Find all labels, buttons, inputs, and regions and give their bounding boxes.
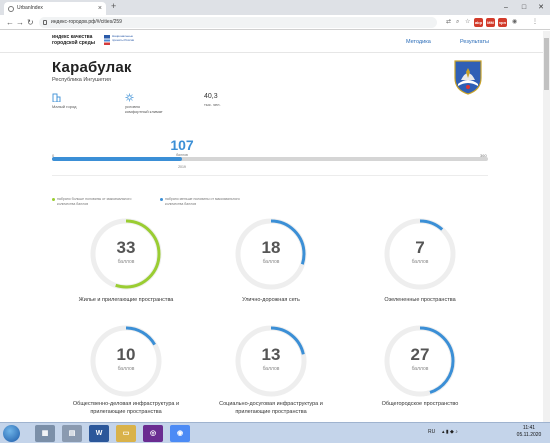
- legend-dot-blue: [160, 198, 163, 201]
- window-close-icon[interactable]: ✕: [532, 0, 550, 15]
- category-label[interactable]: Социально-досуговая инфраструктура и при…: [201, 400, 341, 416]
- city-size-label: Малый город: [52, 104, 77, 109]
- site-header: индекс качества городской среды Национал…: [0, 31, 550, 53]
- category-score: 27: [410, 345, 430, 364]
- city-name: Карабулак: [52, 59, 132, 76]
- extension-icon-2[interactable]: MM: [486, 18, 495, 27]
- legend-text-below-half: набрано меньше половины от максимального…: [165, 197, 240, 206]
- tray-icons[interactable]: ▴ ▮ ◆ ♪: [442, 429, 458, 435]
- category-score: 33: [116, 238, 136, 257]
- category-score-unit: баллов: [117, 259, 135, 265]
- city-coat-of-arms: [454, 60, 482, 95]
- taskbar-chrome-icon[interactable]: ◉: [170, 425, 190, 442]
- close-tab-icon[interactable]: ×: [98, 2, 102, 15]
- browser-toolbar: ← → ↻ индекс-городов.рф/#/cities/259 ⇄ ⌕…: [0, 15, 550, 30]
- menu-icon[interactable]: ⋮: [532, 18, 538, 27]
- start-button[interactable]: [3, 425, 20, 442]
- translate-icon[interactable]: ⇄: [446, 18, 451, 27]
- account-icon[interactable]: ◉: [512, 18, 517, 27]
- clock-date: 05.11.2020: [516, 432, 542, 438]
- bookmark-star-icon[interactable]: ☆: [465, 18, 470, 27]
- taskbar-media-icon[interactable]: ◎: [143, 425, 163, 442]
- taskbar-folder-icon[interactable]: ▭: [116, 425, 136, 442]
- taskbar-app-icon[interactable]: ▤: [62, 425, 82, 442]
- category-gauge[interactable]: 18 баллов: [233, 216, 309, 292]
- total-score-bar: [52, 157, 488, 161]
- minimize-icon[interactable]: –: [497, 0, 515, 15]
- category-gauge[interactable]: 10 баллов: [88, 323, 164, 399]
- category-score-unit: баллов: [117, 366, 135, 372]
- population-value: 40,3: [204, 93, 218, 100]
- clock-time: 11:41: [522, 425, 536, 431]
- category-label[interactable]: Жилье и прилегающие пространства: [56, 296, 196, 304]
- zoom-icon[interactable]: ⌕: [456, 18, 459, 27]
- category-score: 18: [261, 238, 281, 257]
- population-unit: тыс. чел.: [204, 102, 221, 107]
- back-icon[interactable]: ←: [6, 16, 14, 29]
- language-indicator[interactable]: RU: [428, 429, 435, 435]
- url-text: индекс-городов.рф/#/cities/259: [51, 19, 122, 25]
- taskbar-word-icon[interactable]: W: [89, 425, 109, 442]
- lock-icon: [43, 20, 47, 25]
- population-fact: 40,3 тыс. чел.: [204, 93, 264, 107]
- category-score: 13: [261, 345, 281, 364]
- category-score-unit: баллов: [411, 366, 429, 372]
- climate-fact: условно комфортный климат: [125, 93, 163, 114]
- national-projects-text: Национальные проекты России: [112, 34, 135, 42]
- sun-icon: [125, 93, 134, 102]
- category-score: 7: [415, 238, 425, 257]
- legend-text-above-half: набрано больше половины от максимального…: [57, 197, 132, 206]
- category-gauge[interactable]: 27 баллов: [382, 323, 458, 399]
- category-label[interactable]: Улично-дорожная сеть: [201, 296, 341, 304]
- category-label[interactable]: Общественно-деловая инфраструктура и при…: [56, 400, 196, 416]
- legend-item-below-half: набрано меньше половины от максимального…: [160, 197, 250, 206]
- nav-results-link[interactable]: Результаты: [460, 39, 489, 45]
- climate-label: условно комфортный климат: [125, 104, 163, 114]
- total-score-bar-fill: [52, 157, 182, 161]
- city-size-fact: Малый город: [52, 93, 112, 109]
- taskbar-explorer-icon[interactable]: ▦: [35, 425, 55, 442]
- forward-icon[interactable]: →: [16, 16, 24, 29]
- extension-icon-1[interactable]: abp: [474, 18, 483, 27]
- city-region: Республика Ингушетия: [52, 77, 111, 83]
- nav-methodology-link[interactable]: Методика: [406, 39, 431, 45]
- category-gauge[interactable]: 13 баллов: [233, 323, 309, 399]
- reload-icon[interactable]: ↻: [27, 16, 34, 29]
- category-score-unit: баллов: [262, 366, 280, 372]
- browser-tab[interactable]: UrbanIndex ×: [4, 2, 106, 15]
- building-icon: [52, 93, 61, 102]
- tab-title: UrbanIndex: [17, 5, 43, 11]
- category-label[interactable]: Озелененные пространства: [350, 296, 490, 304]
- legend-item-above-half: набрано больше половины от максимального…: [52, 197, 132, 206]
- category-gauge[interactable]: 33 баллов: [88, 216, 164, 292]
- taskbar-clock[interactable]: 11:41 05.11.2020: [512, 425, 546, 439]
- total-score-value: 107: [170, 137, 194, 153]
- score-year: 2019: [178, 165, 186, 169]
- category-score-unit: баллов: [262, 259, 280, 265]
- browser-tab-bar: UrbanIndex × + – □ ✕: [0, 0, 550, 15]
- globe-icon: [8, 6, 14, 12]
- page-scrollbar[interactable]: [543, 31, 550, 422]
- category-score: 10: [116, 345, 136, 364]
- section-divider: [52, 175, 488, 176]
- site-logo-text[interactable]: индекс качества городской среды: [52, 34, 102, 46]
- new-tab-button[interactable]: +: [111, 1, 116, 11]
- extension-icon-3[interactable]: vpn: [498, 18, 507, 27]
- category-score-unit: баллов: [411, 259, 429, 265]
- category-label[interactable]: Общегородское пространство: [350, 400, 490, 408]
- category-gauge[interactable]: 7 баллов: [382, 216, 458, 292]
- maximize-icon[interactable]: □: [515, 0, 533, 15]
- address-bar[interactable]: индекс-городов.рф/#/cities/259: [39, 17, 437, 28]
- scrollbar-thumb[interactable]: [544, 38, 549, 90]
- windows-taskbar: ▦ ▤ W ▭ ◎ ◉ RU ▴ ▮ ◆ ♪ 11:41 05.11.2020: [0, 422, 550, 443]
- national-projects-logo: Национальные проекты России: [104, 34, 135, 46]
- legend-dot-green: [52, 198, 55, 201]
